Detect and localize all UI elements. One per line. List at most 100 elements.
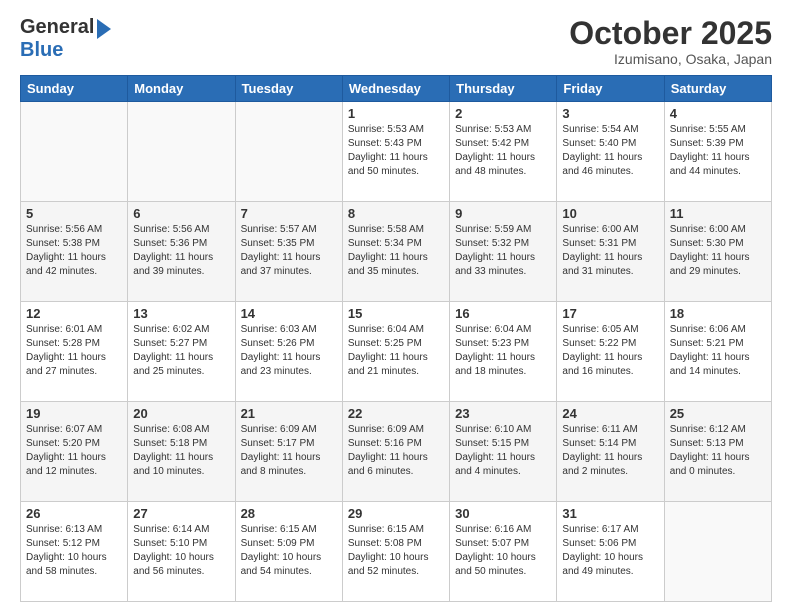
calendar-day-cell: 24 Sunrise: 6:11 AM Sunset: 5:14 PM Dayli… — [557, 402, 664, 502]
day-number: 23 — [455, 406, 551, 421]
calendar-week-row: 1 Sunrise: 5:53 AM Sunset: 5:43 PM Daylig… — [21, 102, 772, 202]
day-info: Sunrise: 6:06 AM Sunset: 5:21 PM Dayligh… — [670, 323, 766, 379]
calendar-day-cell: 6 Sunrise: 5:56 AM Sunset: 5:36 PM Daylig… — [128, 202, 235, 302]
calendar-header-monday: Monday — [128, 76, 235, 102]
day-number: 20 — [133, 406, 229, 421]
day-info: Sunrise: 6:09 AM Sunset: 5:17 PM Dayligh… — [241, 423, 337, 479]
calendar-week-row: 12Sunrise: 6:01 AM Sunset: 5:28 PM Dayli… — [21, 302, 772, 402]
day-info: Sunrise: 5:54 AM Sunset: 5:40 PM Dayligh… — [562, 123, 658, 179]
calendar-day-cell: 23Sunrise: 6:10 AM Sunset: 5:15 PM Dayli… — [450, 402, 557, 502]
calendar-header-friday: Friday — [557, 76, 664, 102]
calendar-day-cell: 27Sunrise: 6:14 AM Sunset: 5:10 PM Dayli… — [128, 502, 235, 602]
day-info: Sunrise: 6:09 AM Sunset: 5:16 PM Dayligh… — [348, 423, 444, 479]
day-number: 2 — [455, 106, 551, 121]
day-number: 30 — [455, 506, 551, 521]
calendar-day-cell: 31 Sunrise: 6:17 AM Sunset: 5:06 PM Dayli… — [557, 502, 664, 602]
calendar-day-cell — [21, 102, 128, 202]
calendar-day-cell: 2Sunrise: 5:53 AM Sunset: 5:42 PM Daylig… — [450, 102, 557, 202]
calendar-header-sunday: Sunday — [21, 76, 128, 102]
calendar-header-wednesday: Wednesday — [342, 76, 449, 102]
calendar-week-row: 19 Sunrise: 6:07 AM Sunset: 5:20 PM Dayli… — [21, 402, 772, 502]
day-number: 4 — [670, 106, 766, 121]
day-number: 22 — [348, 406, 444, 421]
title-area: October 2025 Izumisano, Osaka, Japan — [569, 16, 772, 67]
day-number: 3 — [562, 106, 658, 121]
day-info: Sunrise: 5:53 AM Sunset: 5:43 PM Dayligh… — [348, 123, 444, 179]
calendar-header-tuesday: Tuesday — [235, 76, 342, 102]
day-info: Sunrise: 6:04 AM Sunset: 5:23 PM Dayligh… — [455, 323, 551, 379]
calendar-day-cell: 13 Sunrise: 6:02 AM Sunset: 5:27 PM Dayli… — [128, 302, 235, 402]
day-info: Sunrise: 5:56 AM Sunset: 5:36 PM Dayligh… — [133, 223, 229, 279]
calendar-table: SundayMondayTuesdayWednesdayThursdayFrid… — [20, 75, 772, 602]
day-number: 25 — [670, 406, 766, 421]
day-info: Sunrise: 5:57 AM Sunset: 5:35 PM Dayligh… — [241, 223, 337, 279]
day-number: 21 — [241, 406, 337, 421]
day-number: 24 — [562, 406, 658, 421]
logo-general: General — [20, 16, 94, 39]
calendar-day-cell: 4Sunrise: 5:55 AM Sunset: 5:39 PM Daylig… — [664, 102, 771, 202]
day-number: 15 — [348, 306, 444, 321]
calendar-day-cell: 5Sunrise: 5:56 AM Sunset: 5:38 PM Daylig… — [21, 202, 128, 302]
calendar-day-cell: 26Sunrise: 6:13 AM Sunset: 5:12 PM Dayli… — [21, 502, 128, 602]
calendar-day-cell: 8 Sunrise: 5:58 AM Sunset: 5:34 PM Daylig… — [342, 202, 449, 302]
day-number: 18 — [670, 306, 766, 321]
calendar-header-thursday: Thursday — [450, 76, 557, 102]
calendar-day-cell: 14Sunrise: 6:03 AM Sunset: 5:26 PM Dayli… — [235, 302, 342, 402]
calendar-day-cell — [128, 102, 235, 202]
location: Izumisano, Osaka, Japan — [569, 51, 772, 67]
day-info: Sunrise: 6:04 AM Sunset: 5:25 PM Dayligh… — [348, 323, 444, 379]
calendar-day-cell — [664, 502, 771, 602]
calendar-day-cell: 3 Sunrise: 5:54 AM Sunset: 5:40 PM Daylig… — [557, 102, 664, 202]
calendar-day-cell: 15 Sunrise: 6:04 AM Sunset: 5:25 PM Dayli… — [342, 302, 449, 402]
day-number: 10 — [562, 206, 658, 221]
day-number: 17 — [562, 306, 658, 321]
calendar-day-cell: 20 Sunrise: 6:08 AM Sunset: 5:18 PM Dayli… — [128, 402, 235, 502]
logo-blue: Blue — [20, 39, 63, 61]
day-info: Sunrise: 6:15 AM Sunset: 5:08 PM Dayligh… — [348, 523, 444, 579]
logo-arrow-icon — [97, 19, 111, 39]
calendar-day-cell: 30 Sunrise: 6:16 AM Sunset: 5:07 PM Dayli… — [450, 502, 557, 602]
calendar-header-row: SundayMondayTuesdayWednesdayThursdayFrid… — [21, 76, 772, 102]
day-number: 1 — [348, 106, 444, 121]
day-info: Sunrise: 6:12 AM Sunset: 5:13 PM Dayligh… — [670, 423, 766, 479]
day-number: 31 — [562, 506, 658, 521]
day-number: 28 — [241, 506, 337, 521]
day-number: 7 — [241, 206, 337, 221]
calendar-day-cell: 21 Sunrise: 6:09 AM Sunset: 5:17 PM Dayli… — [235, 402, 342, 502]
day-number: 29 — [348, 506, 444, 521]
day-info: Sunrise: 6:01 AM Sunset: 5:28 PM Dayligh… — [26, 323, 122, 379]
day-info: Sunrise: 5:58 AM Sunset: 5:34 PM Dayligh… — [348, 223, 444, 279]
day-number: 6 — [133, 206, 229, 221]
day-info: Sunrise: 5:56 AM Sunset: 5:38 PM Dayligh… — [26, 223, 122, 279]
calendar-day-cell: 25 Sunrise: 6:12 AM Sunset: 5:13 PM Dayli… — [664, 402, 771, 502]
calendar-day-cell: 29 Sunrise: 6:15 AM Sunset: 5:08 PM Dayli… — [342, 502, 449, 602]
calendar-day-cell: 9 Sunrise: 5:59 AM Sunset: 5:32 PM Daylig… — [450, 202, 557, 302]
day-info: Sunrise: 6:07 AM Sunset: 5:20 PM Dayligh… — [26, 423, 122, 479]
day-info: Sunrise: 6:15 AM Sunset: 5:09 PM Dayligh… — [241, 523, 337, 579]
calendar-day-cell — [235, 102, 342, 202]
day-info: Sunrise: 6:02 AM Sunset: 5:27 PM Dayligh… — [133, 323, 229, 379]
calendar-day-cell: 17Sunrise: 6:05 AM Sunset: 5:22 PM Dayli… — [557, 302, 664, 402]
calendar-week-row: 5Sunrise: 5:56 AM Sunset: 5:38 PM Daylig… — [21, 202, 772, 302]
day-info: Sunrise: 6:17 AM Sunset: 5:06 PM Dayligh… — [562, 523, 658, 579]
day-number: 19 — [26, 406, 122, 421]
day-info: Sunrise: 6:00 AM Sunset: 5:30 PM Dayligh… — [670, 223, 766, 279]
calendar-day-cell: 16Sunrise: 6:04 AM Sunset: 5:23 PM Dayli… — [450, 302, 557, 402]
day-info: Sunrise: 6:08 AM Sunset: 5:18 PM Dayligh… — [133, 423, 229, 479]
calendar-header-saturday: Saturday — [664, 76, 771, 102]
day-number: 13 — [133, 306, 229, 321]
day-number: 9 — [455, 206, 551, 221]
day-number: 8 — [348, 206, 444, 221]
calendar-day-cell: 18 Sunrise: 6:06 AM Sunset: 5:21 PM Dayli… — [664, 302, 771, 402]
day-number: 27 — [133, 506, 229, 521]
day-info: Sunrise: 6:16 AM Sunset: 5:07 PM Dayligh… — [455, 523, 551, 579]
day-info: Sunrise: 6:11 AM Sunset: 5:14 PM Dayligh… — [562, 423, 658, 479]
calendar-day-cell: 19 Sunrise: 6:07 AM Sunset: 5:20 PM Dayli… — [21, 402, 128, 502]
page: General Blue October 2025 Izumisano, Osa… — [0, 0, 792, 612]
calendar-day-cell: 12Sunrise: 6:01 AM Sunset: 5:28 PM Dayli… — [21, 302, 128, 402]
day-number: 14 — [241, 306, 337, 321]
calendar-week-row: 26Sunrise: 6:13 AM Sunset: 5:12 PM Dayli… — [21, 502, 772, 602]
header: General Blue October 2025 Izumisano, Osa… — [20, 16, 772, 67]
day-info: Sunrise: 5:59 AM Sunset: 5:32 PM Dayligh… — [455, 223, 551, 279]
calendar-day-cell: 7 Sunrise: 5:57 AM Sunset: 5:35 PM Daylig… — [235, 202, 342, 302]
